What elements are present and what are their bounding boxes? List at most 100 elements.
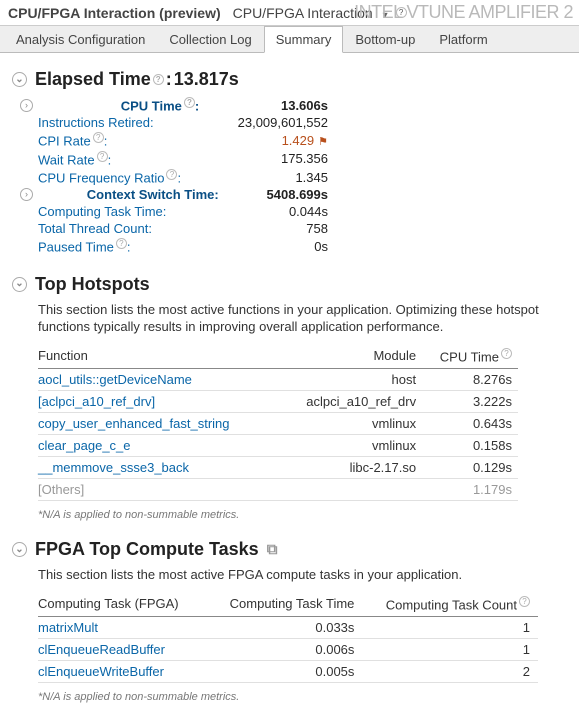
- hotspots-note: *N/A is applied to non-summable metrics.: [38, 509, 567, 521]
- help-icon[interactable]: ?: [166, 169, 177, 180]
- module-cell: host: [280, 369, 422, 391]
- col-header: Computing Task (FPGA): [38, 592, 209, 617]
- tab-platform[interactable]: Platform: [427, 26, 499, 52]
- help-icon[interactable]: ?: [153, 74, 164, 85]
- metric-label[interactable]: CPU Time?:: [121, 97, 200, 113]
- collapse-icon[interactable]: ⌄: [12, 277, 27, 292]
- table-row: __memmove_ssse3_backlibc-2.17.so0.129s: [38, 457, 518, 479]
- metric-row: CPU Frequency Ratio?: 1.345: [38, 168, 328, 186]
- metric-row: Computing Task Time: 0.044s: [38, 203, 328, 220]
- metric-value: 1.345: [295, 170, 328, 185]
- summary-content: ⌄ Elapsed Time ? : 13.817s ›CPU Time?:13…: [0, 53, 579, 721]
- metric-value: 758: [306, 221, 328, 236]
- top-hotspots-label: Top Hotspots: [35, 274, 150, 295]
- help-icon[interactable]: ?: [501, 348, 512, 359]
- function-link[interactable]: aocl_utils::getDeviceName: [38, 369, 280, 391]
- col-header: Computing Task Time: [209, 592, 362, 617]
- table-row: [aclpci_a10_ref_drv]aclpci_a10_ref_drv3.…: [38, 391, 518, 413]
- metric-label[interactable]: Instructions Retired:: [38, 115, 154, 130]
- col-header: Computing Task Count?: [362, 592, 538, 617]
- table-row: aocl_utils::getDeviceNamehost8.276s: [38, 369, 518, 391]
- elapsed-metrics: ›CPU Time?:13.606sInstructions Retired:2…: [38, 96, 328, 256]
- metric-row: Paused Time?: 0s: [38, 237, 328, 255]
- fpga-tasks-heading: ⌄ FPGA Top Compute Tasks ⧉: [12, 539, 567, 560]
- tab-collection-log[interactable]: Collection Log: [157, 26, 263, 52]
- help-icon[interactable]: ?: [184, 97, 195, 108]
- function-cell[interactable]: [Others]: [38, 479, 280, 501]
- breadcrumb-label: CPU/FPGA Interaction: [233, 5, 373, 21]
- task-time-cell: 0.006s: [209, 638, 362, 660]
- metric-row: Wait Rate?: 175.356: [38, 150, 328, 168]
- collapse-icon[interactable]: ⌄: [12, 72, 27, 87]
- col-header: Function: [38, 344, 280, 369]
- elapsed-time-label: Elapsed Time: [35, 69, 151, 90]
- metric-label[interactable]: Total Thread Count:: [38, 221, 152, 236]
- collapse-icon[interactable]: ⌄: [12, 542, 27, 557]
- cputime-cell: 8.276s: [422, 369, 518, 391]
- expand-icon[interactable]: ›: [20, 99, 33, 112]
- tab-summary[interactable]: Summary: [264, 26, 344, 53]
- metric-row: Total Thread Count: 758: [38, 220, 328, 237]
- table-row: clEnqueueWriteBuffer0.005s2: [38, 660, 538, 682]
- module-cell: vmlinux: [280, 413, 422, 435]
- elapsed-time-value: 13.817s: [174, 69, 239, 90]
- copy-icon[interactable]: ⧉: [267, 541, 278, 558]
- function-link[interactable]: [aclpci_a10_ref_drv]: [38, 391, 280, 413]
- product-brand: INTEL VTUNE AMPLIFIER 2: [354, 2, 573, 23]
- fpga-tasks-desc: This section lists the most active FPGA …: [38, 566, 567, 584]
- tab-bottom-up[interactable]: Bottom-up: [343, 26, 427, 52]
- flag-icon: ⚑: [318, 136, 328, 148]
- top-hotspots-heading: ⌄ Top Hotspots: [12, 274, 567, 295]
- metric-value: 23,009,601,552: [238, 115, 328, 130]
- cputime-cell: 0.643s: [422, 413, 518, 435]
- help-icon[interactable]: ?: [519, 596, 530, 607]
- metric-row: › CPU Time?: 13.606s: [20, 96, 328, 114]
- task-link[interactable]: clEnqueueReadBuffer: [38, 638, 209, 660]
- metric-label[interactable]: Wait Rate?:: [38, 151, 111, 167]
- function-link[interactable]: copy_user_enhanced_fast_string: [38, 413, 280, 435]
- function-link[interactable]: __memmove_ssse3_back: [38, 457, 280, 479]
- cputime-cell: 1.179s: [422, 479, 518, 501]
- metric-row: › Context Switch Time: 5408.699s: [20, 186, 328, 203]
- table-row: copy_user_enhanced_fast_stringvmlinux0.6…: [38, 413, 518, 435]
- metric-label[interactable]: Paused Time?:: [38, 238, 131, 254]
- metric-value: 0.044s: [289, 204, 328, 219]
- metric-value: 5408.699s: [267, 187, 328, 202]
- module-cell: libc-2.17.so: [280, 457, 422, 479]
- metric-label[interactable]: Context Switch Time:: [87, 187, 219, 202]
- metric-value: 175.356: [281, 151, 328, 166]
- title-bar: CPU/FPGA Interaction (preview) CPU/FPGA …: [0, 0, 579, 26]
- metric-value: 0s: [314, 239, 328, 254]
- fpga-tasks-label: FPGA Top Compute Tasks: [35, 539, 259, 560]
- cputime-cell: 0.158s: [422, 435, 518, 457]
- top-hotspots-desc: This section lists the most active funct…: [38, 301, 567, 336]
- metric-label[interactable]: CPI Rate?:: [38, 132, 107, 148]
- expand-icon[interactable]: ›: [20, 188, 33, 201]
- metric-label[interactable]: Computing Task Time:: [38, 204, 166, 219]
- metric-value: 1.429⚑: [282, 133, 328, 148]
- metric-row: CPI Rate?: 1.429⚑: [38, 131, 328, 149]
- help-icon[interactable]: ?: [93, 132, 104, 143]
- task-count-cell: 1: [362, 616, 538, 638]
- help-icon[interactable]: ?: [97, 151, 108, 162]
- task-count-cell: 1: [362, 638, 538, 660]
- table-row-others: [Others] 1.179s: [38, 479, 518, 501]
- metric-value: 13.606s: [281, 98, 328, 113]
- cputime-cell: 0.129s: [422, 457, 518, 479]
- cputime-cell: 3.222s: [422, 391, 518, 413]
- elapsed-time-heading: ⌄ Elapsed Time ? : 13.817s: [12, 69, 567, 90]
- fpga-table: Computing Task (FPGA)Computing Task Time…: [38, 592, 538, 683]
- tab-analysis-configuration[interactable]: Analysis Configuration: [4, 26, 157, 52]
- function-link[interactable]: clear_page_c_e: [38, 435, 280, 457]
- help-icon[interactable]: ?: [116, 238, 127, 249]
- metric-row: Instructions Retired: 23,009,601,552: [38, 114, 328, 131]
- module-cell: aclpci_a10_ref_drv: [280, 391, 422, 413]
- hotspots-table: FunctionModuleCPU Time?aocl_utils::getDe…: [38, 344, 518, 501]
- task-count-cell: 2: [362, 660, 538, 682]
- metric-label[interactable]: CPU Frequency Ratio?:: [38, 169, 181, 185]
- task-link[interactable]: clEnqueueWriteBuffer: [38, 660, 209, 682]
- task-link[interactable]: matrixMult: [38, 616, 209, 638]
- table-row: matrixMult0.033s1: [38, 616, 538, 638]
- col-header: CPU Time?: [422, 344, 518, 369]
- task-time-cell: 0.005s: [209, 660, 362, 682]
